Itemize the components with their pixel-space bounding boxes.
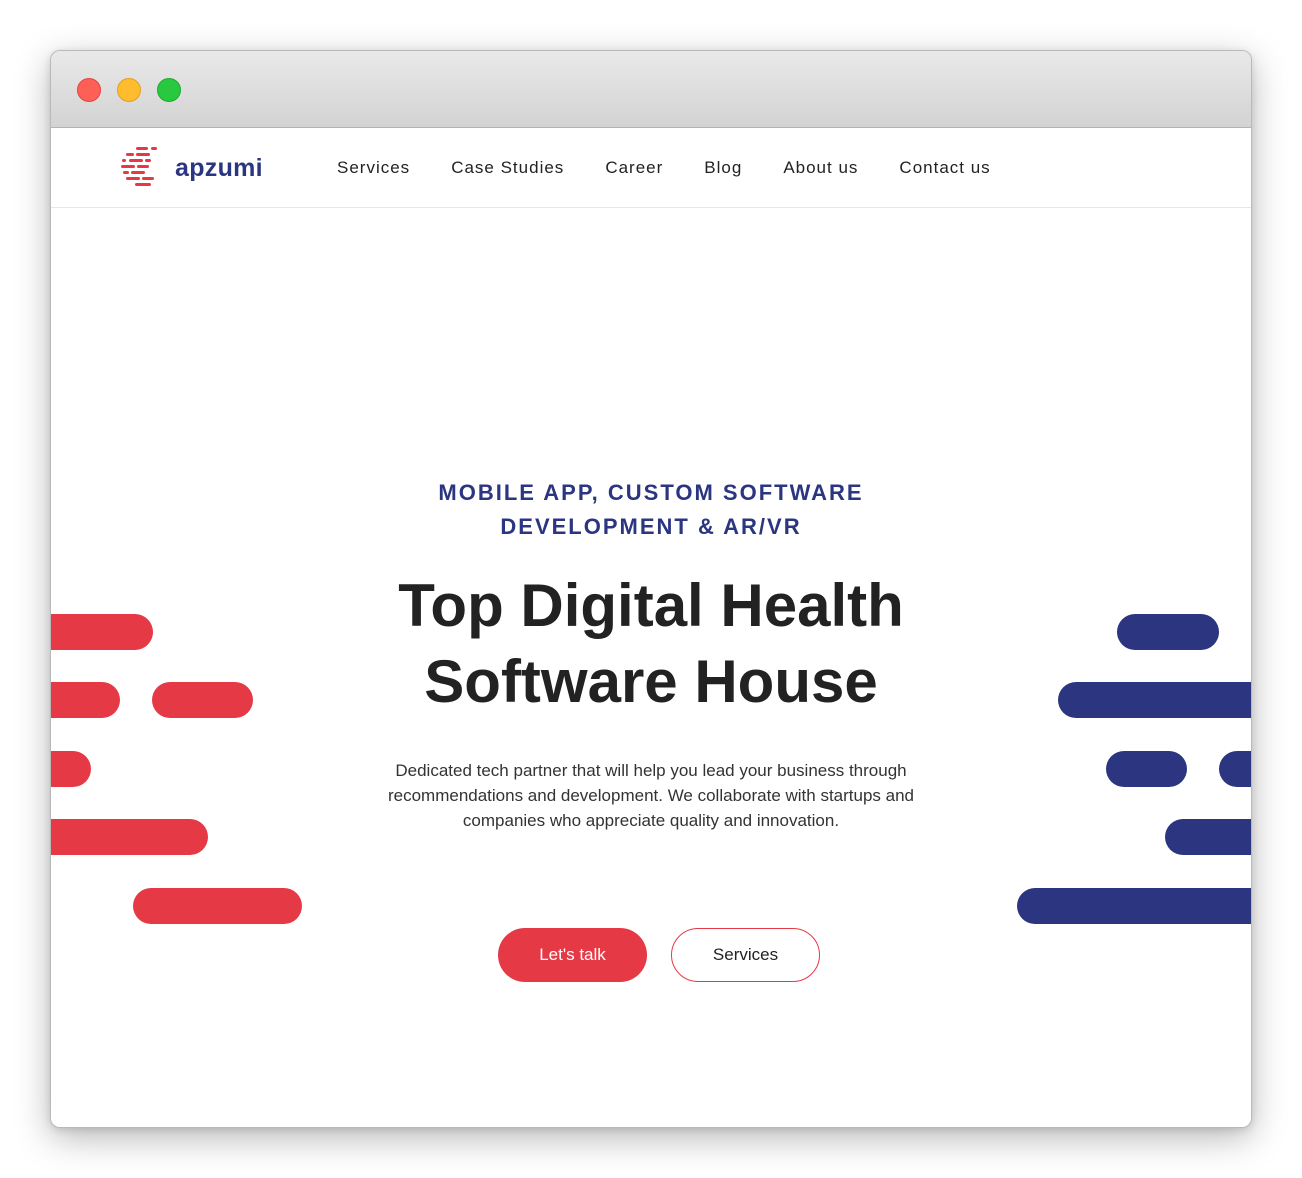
- apzumi-logo[interactable]: apzumi: [121, 146, 263, 190]
- hero-title-line: Software House: [424, 648, 878, 715]
- nav-item-services[interactable]: Services: [337, 158, 410, 178]
- hero-kicker-line: DEVELOPMENT & AR/VR: [500, 514, 802, 539]
- nav-item-contact-us[interactable]: Contact us: [899, 158, 990, 178]
- decorative-pill-blue: [1165, 819, 1251, 855]
- hero-description-line: recommendations and development. We coll…: [387, 786, 915, 805]
- window-titlebar: [51, 51, 1251, 128]
- main-nav: Services Case Studies Career Blog About …: [337, 128, 1032, 208]
- browser-window: MOBILE APP, CUSTOM SOFTWARE DEVELOPMENT …: [50, 50, 1252, 1128]
- nav-item-about-us[interactable]: About us: [783, 158, 858, 178]
- decorative-pill-blue: [1219, 751, 1251, 787]
- hero-kicker-line: MOBILE APP, CUSTOM SOFTWARE: [438, 480, 864, 505]
- decorative-pill-red: [133, 888, 302, 924]
- hero-description-line: Dedicated tech partner that will help yo…: [395, 761, 907, 780]
- nav-item-blog[interactable]: Blog: [704, 158, 742, 178]
- hero-kicker: MOBILE APP, CUSTOM SOFTWARE DEVELOPMENT …: [51, 476, 1251, 544]
- minimize-window-button[interactable]: [117, 78, 141, 102]
- close-window-button[interactable]: [77, 78, 101, 102]
- hero-description: Dedicated tech partner that will help yo…: [371, 758, 931, 833]
- hero-title: Top Digital Health Software House: [51, 568, 1251, 720]
- services-button[interactable]: Services: [671, 928, 820, 982]
- apzumi-logo-icon: [121, 146, 161, 190]
- decorative-pill-red: [51, 751, 91, 787]
- maximize-window-button[interactable]: [157, 78, 181, 102]
- decorative-pill-red: [51, 819, 208, 855]
- nav-item-case-studies[interactable]: Case Studies: [451, 158, 564, 178]
- nav-item-career[interactable]: Career: [605, 158, 663, 178]
- page-viewport: MOBILE APP, CUSTOM SOFTWARE DEVELOPMENT …: [51, 128, 1251, 1127]
- decorative-pill-blue: [1017, 888, 1251, 924]
- hero-description-line: companies who appreciate quality and inn…: [462, 811, 840, 830]
- hero-section: MOBILE APP, CUSTOM SOFTWARE DEVELOPMENT …: [51, 128, 1251, 1127]
- site-header: apzumi Services Case Studies Career Blog…: [51, 128, 1251, 208]
- brand-name: apzumi: [175, 153, 263, 182]
- lets-talk-button[interactable]: Let's talk: [498, 928, 647, 982]
- decorative-pill-blue: [1106, 751, 1187, 787]
- hero-title-line: Top Digital Health: [398, 572, 904, 639]
